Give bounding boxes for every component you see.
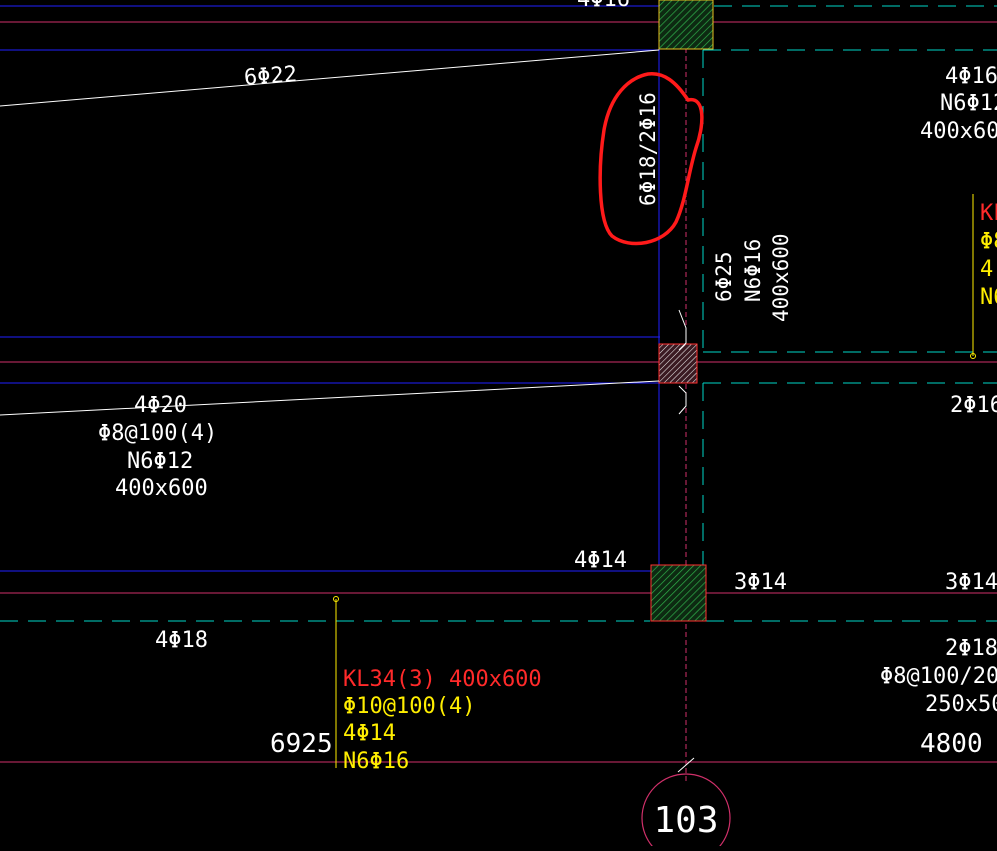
cad-drawing-canvas[interactable]: 4Φ16 6Φ22 4Φ16 N6Φ12 400x60 6Φ18/2Φ16 6Φ…	[0, 0, 997, 851]
label-span-left: 6925	[270, 729, 333, 759]
beam-callout-top-rebar: 4Φ14	[343, 721, 396, 746]
label-support-rebar-right: 3Φ14	[945, 570, 997, 595]
label-right-top-2: N6Φ12	[940, 91, 997, 116]
label-right-edge-yellow-1: Φ8	[980, 229, 997, 254]
column-top[interactable]	[658, 0, 714, 50]
label-circled-column-spec: 6Φ18/2Φ16	[636, 92, 660, 206]
axis-bubble[interactable]: 103	[641, 773, 731, 851]
label-span-right: 4800	[920, 729, 983, 759]
label-support-rebar-left: 4Φ14	[574, 548, 627, 573]
beam-callout-side-rebar: N6Φ16	[343, 749, 409, 774]
label-right-top-1: 4Φ16	[945, 64, 997, 89]
beam-callout-title: KL34(3) 400x600	[343, 667, 542, 692]
label-right-edge-yellow-2: 4	[980, 257, 993, 282]
label-top-cut: 4Φ16	[577, 0, 630, 12]
leader-lines	[0, 49, 695, 773]
axis-bubble-label: 103	[653, 800, 718, 841]
column-bottom[interactable]	[650, 564, 707, 622]
column-middle[interactable]	[658, 343, 698, 384]
beam-edges	[0, 5, 660, 572]
label-mid-beam-top: 4Φ20	[134, 393, 187, 418]
label-right-top-3: 400x60	[920, 119, 997, 144]
right-edge-callout: KL Φ8 4 N6	[980, 201, 997, 310]
label-right-lower-2: Φ8@100/200	[880, 664, 997, 689]
label-right-mid-rebar: 2Φ16	[950, 393, 997, 418]
beam-callout-kl34[interactable]: KL34(3) 400x600 Φ10@100(4) 4Φ14 N6Φ16	[343, 667, 542, 774]
structural-plan-drawing: 4Φ16 6Φ22 4Φ16 N6Φ12 400x60 6Φ18/2Φ16 6Φ…	[0, 0, 997, 851]
label-column-rebar: 6Φ25	[712, 251, 736, 302]
beam-callout-stirrup: Φ10@100(4)	[343, 694, 475, 719]
grid-lines	[0, 0, 997, 782]
label-mid-beam-stirrup: Φ8@100(4)	[98, 421, 217, 446]
label-mid-beam-side: N6Φ12	[127, 449, 193, 474]
label-column-size: 400x600	[769, 233, 793, 322]
hidden-beam-lines	[0, 5, 997, 622]
label-lower-beam-bottom: 4Φ18	[155, 628, 208, 653]
label-right-edge-red: KL	[980, 201, 997, 226]
label-support-rebar-mid: 3Φ14	[734, 570, 787, 595]
annotations: 4Φ16 6Φ22 4Φ16 N6Φ12 400x60 6Φ18/2Φ16 6Φ…	[98, 0, 997, 759]
label-column-side: N6Φ16	[741, 239, 765, 302]
label-upper-beam-top: 6Φ22	[243, 62, 298, 91]
label-right-lower-1: 2Φ18	[945, 636, 997, 661]
label-mid-beam-size: 400x600	[115, 476, 208, 501]
label-right-lower-3: 250x50	[925, 692, 997, 717]
label-right-edge-yellow-3: N6	[980, 285, 997, 310]
